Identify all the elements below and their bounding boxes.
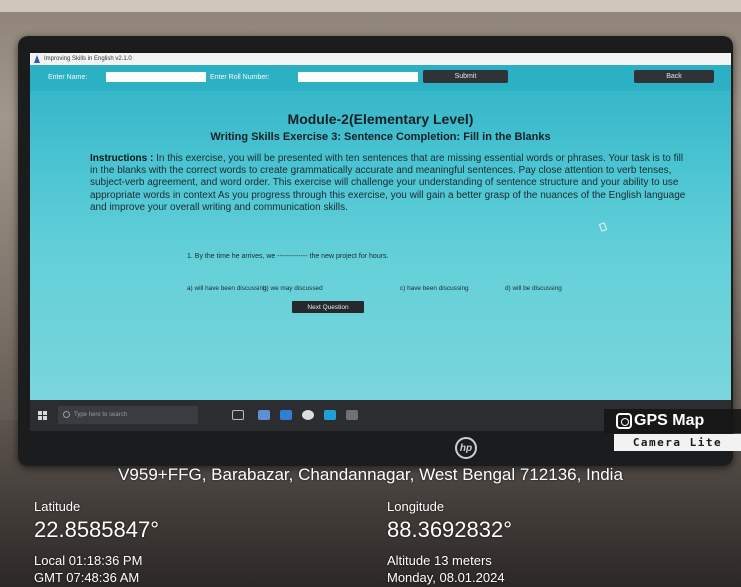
instructions-label: Instructions :	[90, 153, 154, 164]
name-input[interactable]	[106, 72, 206, 82]
window-title: Improving Skills in English v2.1.0	[44, 56, 132, 62]
longitude-value: 88.3692832°	[387, 517, 513, 542]
instructions-text: In this exercise, you will be presented …	[90, 153, 686, 213]
gps-map-badge: GPS Map Camera Lite	[604, 409, 741, 453]
enter-roll-label: Enter Roll Number:	[210, 74, 270, 81]
option-b[interactable]: b) we may discussed	[263, 285, 323, 292]
mouse-cursor-icon	[598, 222, 608, 232]
taskbar-search-box[interactable]: Type here to search	[58, 406, 198, 424]
gps-badge-subtitle: Camera Lite	[614, 434, 741, 451]
camera-icon	[616, 413, 632, 429]
altitude: Altitude 13 meters	[387, 553, 492, 568]
latitude-value: 22.8585847°	[34, 517, 160, 542]
chrome-icon[interactable]	[302, 410, 314, 420]
question-text: 1. By the time he arrives, we ----------…	[187, 253, 389, 260]
exercise-title: Writing Skills Exercise 3: Sentence Comp…	[210, 131, 551, 143]
windows-start-icon[interactable]	[38, 411, 48, 421]
app-window: Enter Name: Enter Roll Number: Submit Ba…	[30, 65, 731, 400]
latitude-label: Latitude	[34, 499, 81, 514]
capture-date: Monday, 08.01.2024	[387, 570, 505, 585]
option-d[interactable]: d) will be discussing	[505, 285, 562, 292]
taskbar-search-placeholder: Type here to search	[74, 412, 128, 418]
edge-icon[interactable]	[324, 410, 336, 420]
instructions-paragraph: Instructions : In this exercise, you wil…	[90, 153, 690, 214]
module-title: Module-2(Elementary Level)	[287, 111, 474, 127]
window-titlebar: Improving Skills in English v2.1.0	[30, 53, 731, 65]
gps-badge-title: GPS Map	[634, 412, 705, 429]
option-a[interactable]: a) will have been discussing	[187, 285, 267, 292]
back-button[interactable]: Back	[634, 70, 714, 83]
ceiling-strip	[0, 0, 741, 12]
python-app-icon[interactable]	[346, 410, 358, 420]
gps-badge-top: GPS Map	[604, 409, 741, 433]
explorer-icon[interactable]	[280, 410, 292, 420]
option-c[interactable]: c) have been discussing	[400, 285, 469, 292]
longitude-label: Longitude	[387, 499, 445, 514]
submit-button[interactable]: Submit	[423, 70, 508, 83]
mail-app-icon[interactable]	[258, 410, 270, 420]
next-question-button[interactable]: Next Question	[292, 301, 364, 313]
local-time: Local 01:18:36 PM	[34, 553, 143, 568]
task-view-icon[interactable]	[232, 410, 244, 420]
search-icon	[63, 411, 70, 418]
monitor-brand-logo: hp	[455, 437, 477, 459]
roll-number-input[interactable]	[298, 72, 418, 82]
monitor-screen: Improving Skills in English v2.1.0 Enter…	[30, 53, 731, 431]
enter-name-label: Enter Name:	[48, 74, 88, 81]
top-form-bar: Enter Name: Enter Roll Number: Submit Ba…	[30, 65, 731, 91]
app-feather-icon	[34, 55, 40, 63]
location-address: V959+FFG, Barabazar, Chandannagar, West …	[118, 465, 623, 484]
gmt-time: GMT 07:48:36 AM	[34, 570, 140, 585]
